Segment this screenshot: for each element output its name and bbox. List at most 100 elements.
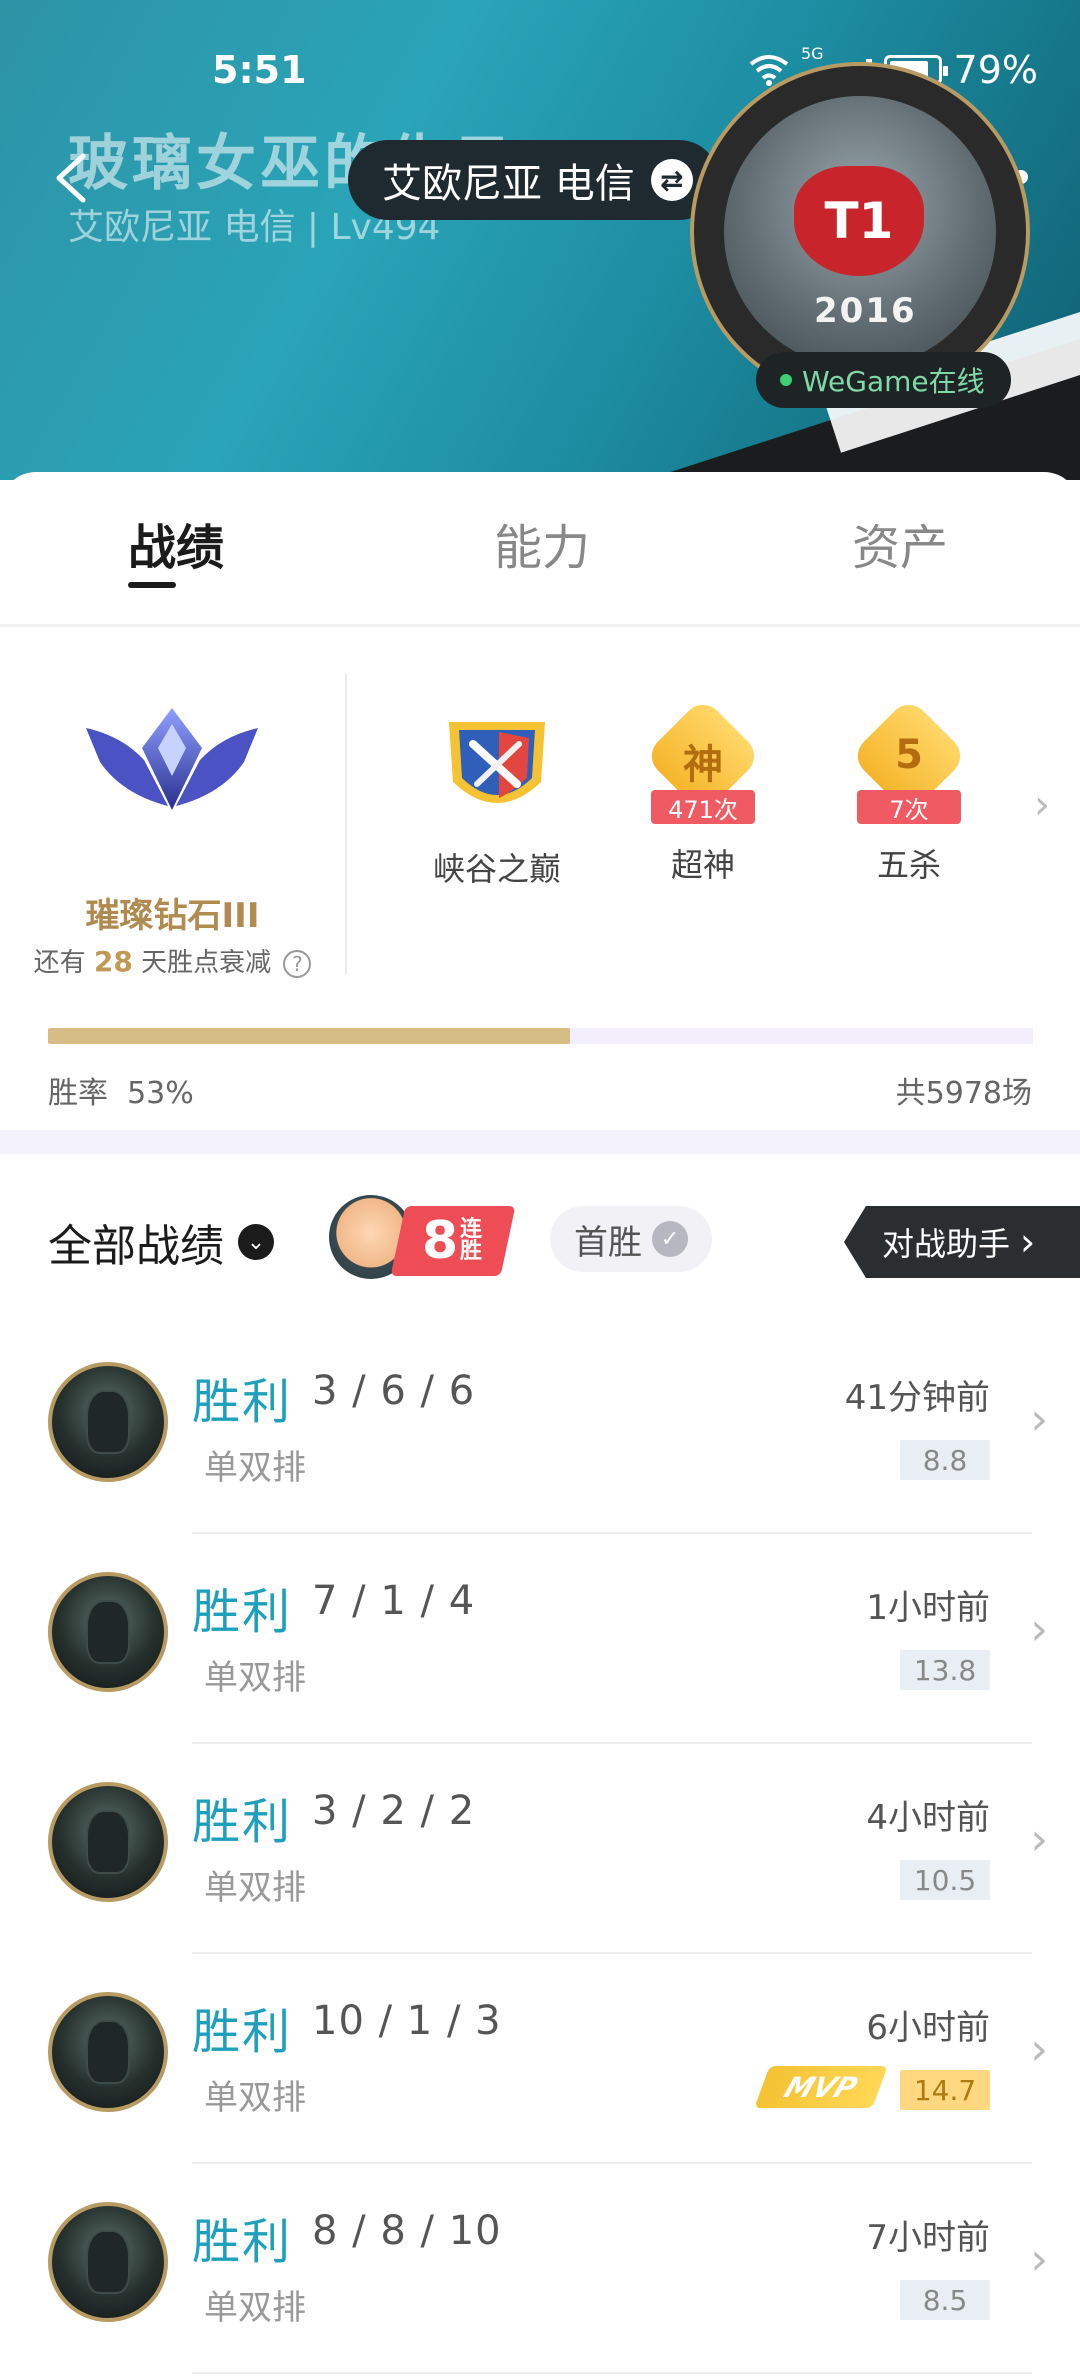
battery-percent: 79% <box>953 48 1038 92</box>
winrate-bar-fill <box>48 1028 571 1044</box>
winrate-label: 胜率 <box>48 1076 108 1111</box>
match-time: 4小时前 <box>866 1798 990 1838</box>
swap-icon: ⇄ <box>650 159 693 201</box>
chevron-right-icon: › <box>1030 1814 1048 1865</box>
champion-icon <box>86 1810 130 1874</box>
match-mode: 单双排 <box>204 1868 306 1908</box>
match-result: 胜利 <box>192 1584 293 1640</box>
badge-legendary[interactable]: 神 471次 超神 <box>628 696 778 886</box>
match-result: 胜利 <box>192 1374 293 1430</box>
match-kda: 3 / 6 / 6 <box>312 1368 476 1414</box>
champion-icon <box>86 2230 130 2294</box>
champion-avatar <box>48 1362 168 1482</box>
rank-section: 璀璨钻石III 还有 28 天胜点衰减 ? 峡谷之巅 神 471次 超神 5 7… <box>0 630 1080 1130</box>
profile-header: 玻璃女巫的仇日 艾欧尼亚 电信 | Lv494 5:51 5G 79% 艾欧尼亚… <box>0 0 1080 480</box>
mvp-badge: MVP <box>754 2066 888 2108</box>
rank-decay-info: 还有 28 天胜点衰减 ? <box>0 942 345 979</box>
match-kda: 8 / 8 / 10 <box>312 2208 502 2254</box>
avatar[interactable]: T1 2016 <box>690 62 1030 402</box>
first-win-label: 首胜 <box>574 1222 642 1263</box>
chevron-right-icon: › <box>1030 2234 1048 2285</box>
match-mode: 单双排 <box>204 1658 306 1698</box>
status-time: 5:51 <box>212 48 307 92</box>
total-games: 共5978场 <box>895 1076 1032 1111</box>
chevron-right-icon: › <box>1030 1394 1048 1445</box>
streak-text: 连胜 <box>460 1217 483 1264</box>
winrate-value: 53% <box>127 1076 194 1111</box>
tab-bar: 战绩 能力 资产 <box>0 472 1080 627</box>
tab-active-indicator <box>128 582 176 588</box>
avatar-icon-image: T1 2016 <box>724 96 996 368</box>
chevron-right-icon: › <box>1020 1220 1036 1264</box>
match-kda: 3 / 2 / 2 <box>312 1788 476 1834</box>
match-mode: 单双排 <box>204 1448 306 1488</box>
check-icon: ✓ <box>652 1221 688 1257</box>
chevron-right-icon: › <box>1030 2024 1048 2075</box>
online-dot-icon <box>780 374 792 386</box>
rank-name: 璀璨钻石III <box>85 896 260 936</box>
badge-summit[interactable]: 峡谷之巅 <box>422 708 572 890</box>
match-result: 胜利 <box>192 2214 293 2270</box>
help-icon[interactable]: ? <box>283 949 312 978</box>
badge-label: 五杀 <box>876 846 941 884</box>
tab-records[interactable]: 战绩 <box>128 508 224 578</box>
match-score: 8.8 <box>900 1440 990 1480</box>
pentakill-badge-icon: 5 7次 <box>849 696 969 828</box>
match-score: 13.8 <box>900 1650 990 1690</box>
match-time: 41分钟前 <box>844 1378 990 1418</box>
badge-label: 峡谷之巅 <box>432 850 561 888</box>
match-mode: 单双排 <box>204 2078 306 2118</box>
avatar-year: 2016 <box>814 291 917 331</box>
match-row[interactable]: 胜利 3 / 6 / 6 单双排 41分钟前 8.8 › <box>0 1324 1080 1534</box>
server-switch-button[interactable]: 艾欧尼亚 电信 ⇄ <box>348 140 719 220</box>
all-records-dropdown[interactable]: 全部战绩 ⌄ <box>48 1210 274 1274</box>
records-filter-bar: 全部战绩 ⌄ 8 连胜 首胜 ✓ 对战助手 › <box>0 1154 1080 1324</box>
tab-assets[interactable]: 资产 <box>852 508 948 578</box>
section-separator <box>0 1130 1080 1154</box>
badge-glyph: 神 <box>683 742 723 788</box>
match-result: 胜利 <box>192 1794 293 1850</box>
match-result: 胜利 <box>192 2004 293 2060</box>
decay-days: 28 <box>93 945 133 978</box>
match-row[interactable]: 胜利 8 / 8 / 10 单双排 7小时前 8.5 › <box>0 2164 1080 2374</box>
streak-count: 8 <box>421 1211 459 1271</box>
match-row[interactable]: 胜利 3 / 2 / 2 单双排 4小时前 10.5 › <box>0 1744 1080 1954</box>
online-status-badge: WeGame在线 <box>756 352 1011 408</box>
match-score: 8.5 <box>900 2280 990 2320</box>
divider <box>345 674 347 974</box>
champion-avatar <box>48 2202 168 2322</box>
first-win-badge[interactable]: 首胜 ✓ <box>550 1206 712 1272</box>
winrate-text: 胜率 53% <box>48 1068 194 1112</box>
champion-icon <box>86 1390 130 1454</box>
match-time: 1小时前 <box>866 1588 990 1628</box>
legendary-badge-icon: 神 471次 <box>643 696 763 828</box>
server-label: 艾欧尼亚 电信 <box>382 161 635 207</box>
tab-ability[interactable]: 能力 <box>494 508 590 578</box>
back-icon[interactable] <box>45 148 105 208</box>
decay-suffix: 天胜点衰减 <box>141 948 272 978</box>
match-score: 14.7 <box>900 2070 990 2110</box>
chevron-right-icon: › <box>1030 1604 1048 1655</box>
all-records-label: 全部战绩 <box>48 1221 224 1272</box>
row-divider <box>192 2372 1032 2374</box>
match-time: 6小时前 <box>866 2008 990 2048</box>
badge-glyph: 5 <box>895 732 923 778</box>
champion-icon <box>86 2020 130 2084</box>
champion-avatar <box>48 1992 168 2112</box>
badge-label: 超神 <box>670 846 735 884</box>
badge-count: 7次 <box>857 790 961 824</box>
battle-assistant-button[interactable]: 对战助手 › <box>844 1206 1080 1278</box>
match-row[interactable]: 胜利 7 / 1 / 4 单双排 1小时前 13.8 › <box>0 1534 1080 1744</box>
network-type-label: 5G <box>800 44 824 63</box>
match-kda: 10 / 1 / 3 <box>312 1998 502 2044</box>
decay-prefix: 还有 <box>33 948 86 978</box>
chevron-right-icon[interactable]: › <box>1034 782 1050 828</box>
match-kda: 7 / 1 / 4 <box>312 1578 476 1624</box>
online-status-label: WeGame在线 <box>802 365 985 398</box>
match-score: 10.5 <box>900 1860 990 1900</box>
match-time: 7小时前 <box>866 2218 990 2258</box>
badge-pentakill[interactable]: 5 7次 五杀 <box>834 696 984 886</box>
streak-flag: 8 连胜 <box>390 1206 516 1276</box>
match-row[interactable]: 胜利 10 / 1 / 3 单双排 6小时前 MVP 14.7 › <box>0 1954 1080 2164</box>
win-streak-badge: 8 连胜 <box>326 1192 516 1288</box>
